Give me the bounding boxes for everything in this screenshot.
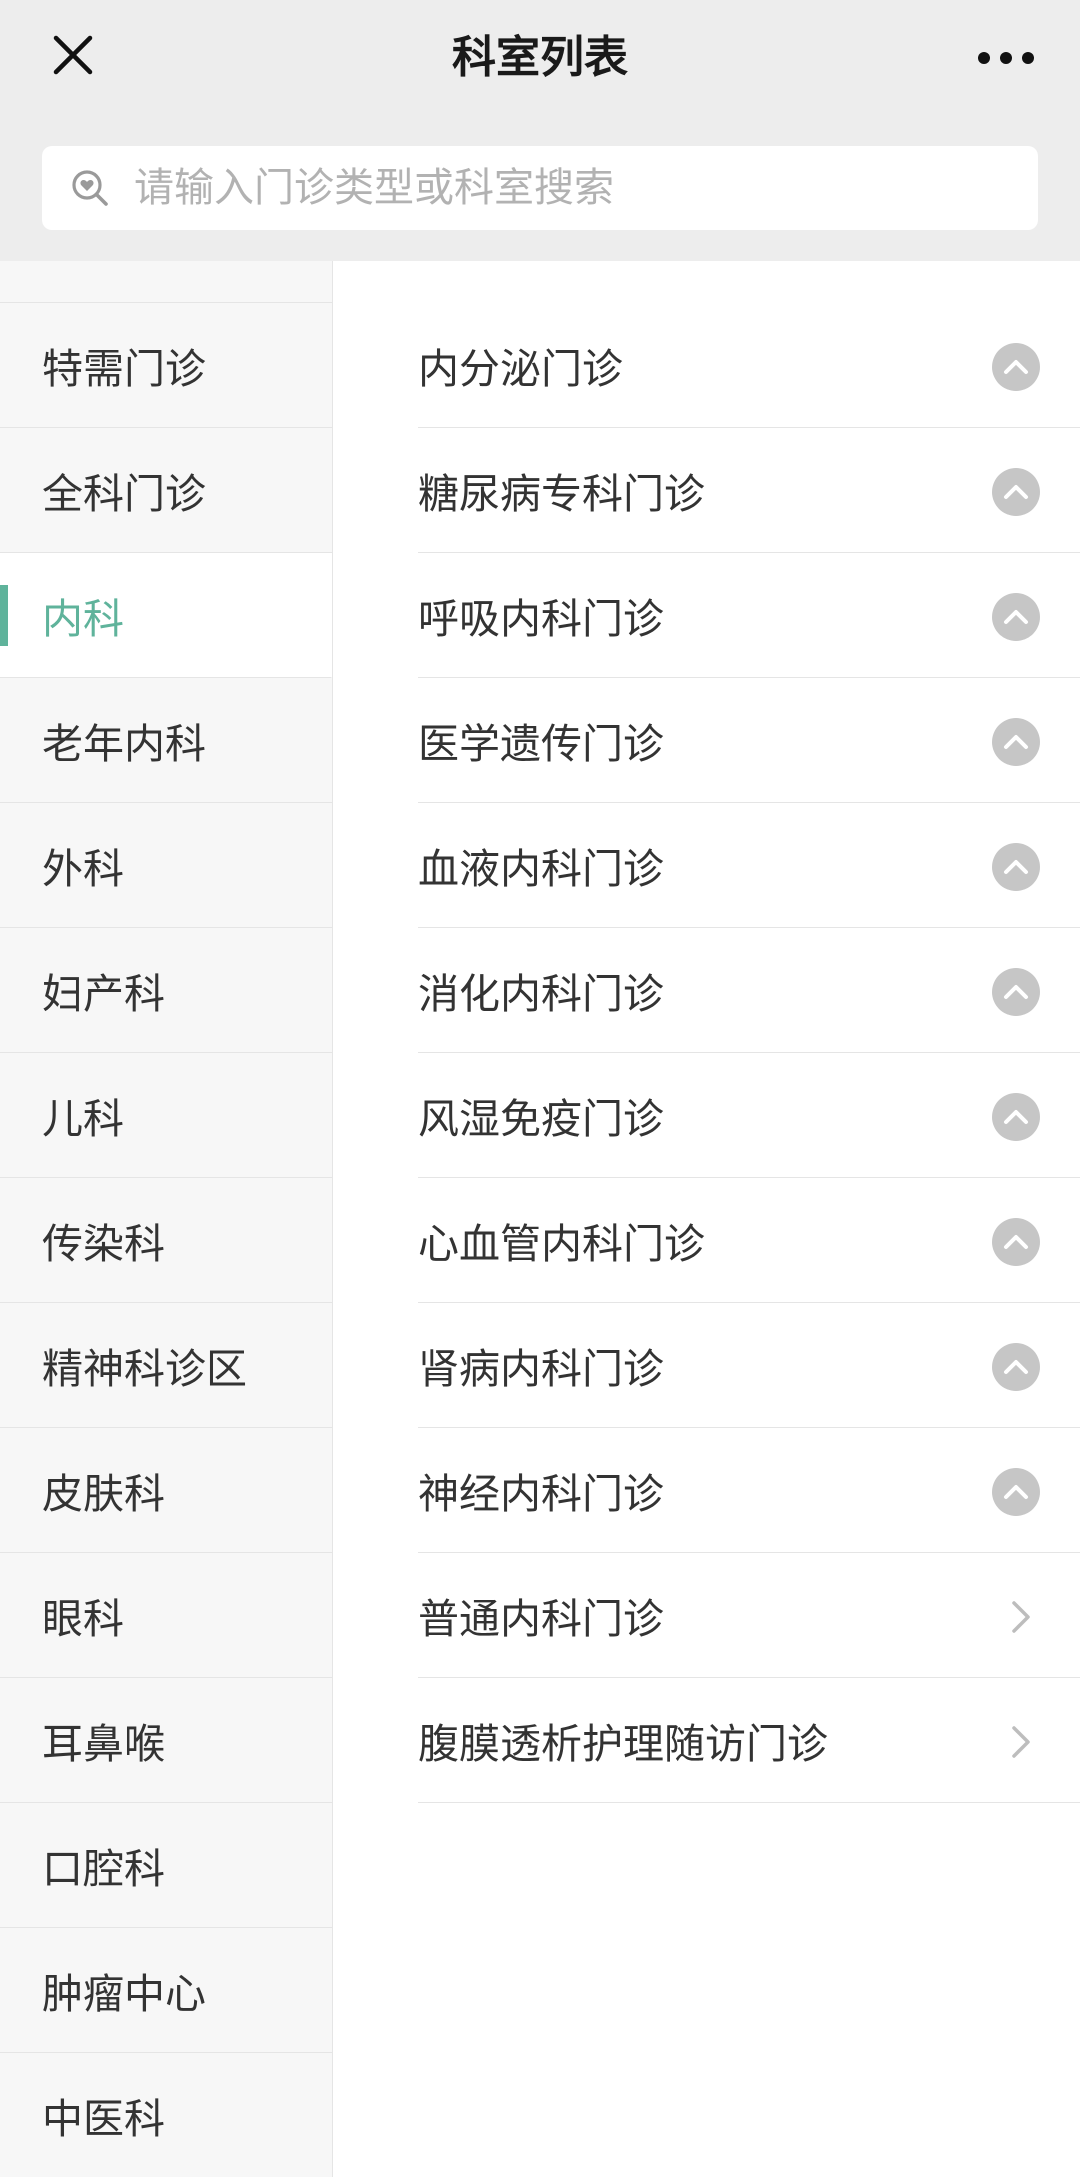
sidebar-item-label: 内科 bbox=[42, 595, 124, 643]
list-item[interactable]: 风湿免疫门诊 bbox=[418, 1053, 1080, 1178]
list-item-label: 肾病内科门诊 bbox=[418, 1345, 664, 1393]
sidebar-item-erke[interactable]: 儿科 bbox=[0, 1053, 332, 1178]
list-item-label: 普通内科门诊 bbox=[418, 1595, 664, 1643]
sidebar-item-pifu[interactable]: 皮肤科 bbox=[0, 1428, 332, 1553]
list-item[interactable]: 肾病内科门诊 bbox=[418, 1303, 1080, 1428]
list-item-label: 呼吸内科门诊 bbox=[418, 595, 664, 643]
chevron-up-circle-icon[interactable] bbox=[992, 718, 1040, 766]
list-item[interactable]: 糖尿病专科门诊 bbox=[418, 428, 1080, 553]
chevron-up-circle-icon[interactable] bbox=[992, 593, 1040, 641]
list-item[interactable]: 血液内科门诊 bbox=[418, 803, 1080, 928]
sidebar-item-label: 传染科 bbox=[42, 1220, 165, 1268]
sidebar-item-label: 精神科诊区 bbox=[42, 1345, 247, 1393]
sidebar-item-label: 肿瘤中心 bbox=[42, 1970, 206, 2018]
chevron-right-icon bbox=[1006, 1718, 1036, 1766]
more-dots-icon[interactable] bbox=[976, 40, 1036, 76]
sidebar-item-kouqiang[interactable]: 口腔科 bbox=[0, 1803, 332, 1928]
sidebar-item-label: 外科 bbox=[42, 845, 124, 893]
search-area bbox=[0, 116, 1080, 261]
sidebar-item-zhongliu[interactable]: 肿瘤中心 bbox=[0, 1928, 332, 2053]
sidebar-item-label: 耳鼻喉 bbox=[42, 1720, 165, 1768]
sidebar-item-erbihou[interactable]: 耳鼻喉 bbox=[0, 1678, 332, 1803]
list-item-label: 内分泌门诊 bbox=[418, 345, 623, 393]
sidebar-item-neike[interactable]: 内科 bbox=[0, 553, 332, 678]
chevron-up-circle-icon[interactable] bbox=[992, 968, 1040, 1016]
active-indicator bbox=[0, 585, 8, 646]
chevron-up-circle-icon[interactable] bbox=[992, 1343, 1040, 1391]
list-item-label: 心血管内科门诊 bbox=[418, 1220, 705, 1268]
search-box[interactable] bbox=[42, 146, 1038, 230]
sidebar-item-fuchan[interactable]: 妇产科 bbox=[0, 928, 332, 1053]
sidebar-item-zhongyi[interactable]: 中医科 bbox=[0, 2053, 332, 2177]
list-item-label: 血液内科门诊 bbox=[418, 845, 664, 893]
sidebar-item-label: 妇产科 bbox=[42, 970, 165, 1018]
close-icon[interactable] bbox=[48, 30, 98, 80]
search-input[interactable] bbox=[134, 146, 1014, 230]
sidebar-item-label: 儿科 bbox=[42, 1095, 124, 1143]
list-item[interactable]: 呼吸内科门诊 bbox=[418, 553, 1080, 678]
sidebar-top-strip bbox=[0, 261, 332, 303]
sidebar-item-label: 老年内科 bbox=[42, 720, 206, 768]
list-item[interactable]: 医学遗传门诊 bbox=[418, 678, 1080, 803]
list-item-label: 神经内科门诊 bbox=[418, 1470, 664, 1518]
list-item-label: 医学遗传门诊 bbox=[418, 720, 664, 768]
sidebar-item-texu[interactable]: 特需门诊 bbox=[0, 303, 332, 428]
sidebar-item-label: 眼科 bbox=[42, 1595, 124, 1643]
sidebar-item-label: 全科门诊 bbox=[42, 470, 206, 518]
page-title: 科室列表 bbox=[452, 32, 628, 83]
top-navbar: 科室列表 bbox=[0, 0, 1080, 116]
list-item[interactable]: 普通内科门诊 bbox=[418, 1553, 1080, 1678]
list-item[interactable]: 神经内科门诊 bbox=[418, 1428, 1080, 1553]
sidebar-item-quanke[interactable]: 全科门诊 bbox=[0, 428, 332, 553]
list-item[interactable]: 心血管内科门诊 bbox=[418, 1178, 1080, 1303]
chevron-up-circle-icon[interactable] bbox=[992, 343, 1040, 391]
sidebar-item-chuanran[interactable]: 传染科 bbox=[0, 1178, 332, 1303]
sidebar-item-jingshen[interactable]: 精神科诊区 bbox=[0, 1303, 332, 1428]
department-sidebar: 特需门诊 全科门诊 内科 老年内科 外科 妇产科 儿科 传染科 精神科诊区 皮肤… bbox=[0, 261, 333, 2177]
sidebar-item-yanke[interactable]: 眼科 bbox=[0, 1553, 332, 1678]
chevron-right-icon bbox=[1006, 1593, 1036, 1641]
sidebar-item-waike[interactable]: 外科 bbox=[0, 803, 332, 928]
list-item[interactable]: 腹膜透析护理随访门诊 bbox=[418, 1678, 1080, 1803]
list-item-label: 消化内科门诊 bbox=[418, 970, 664, 1018]
list-item-label: 糖尿病专科门诊 bbox=[418, 470, 705, 518]
chevron-up-circle-icon[interactable] bbox=[992, 1093, 1040, 1141]
list-item-label: 腹膜透析护理随访门诊 bbox=[418, 1720, 828, 1768]
list-top-gap bbox=[334, 261, 1080, 303]
sidebar-item-label: 中医科 bbox=[42, 2095, 165, 2143]
chevron-up-circle-icon[interactable] bbox=[992, 843, 1040, 891]
clinic-list: 内分泌门诊 糖尿病专科门诊 呼吸内科门诊 医学遗传门诊 血液内科门诊 消化内科门… bbox=[334, 261, 1080, 2177]
sidebar-item-label: 口腔科 bbox=[42, 1845, 165, 1893]
chevron-up-circle-icon[interactable] bbox=[992, 1468, 1040, 1516]
chevron-up-circle-icon[interactable] bbox=[992, 468, 1040, 516]
sidebar-item-label: 皮肤科 bbox=[42, 1470, 165, 1518]
list-item-label: 风湿免疫门诊 bbox=[418, 1095, 664, 1143]
chevron-up-circle-icon[interactable] bbox=[992, 1218, 1040, 1266]
list-item[interactable]: 内分泌门诊 bbox=[418, 303, 1080, 428]
sidebar-item-laonian[interactable]: 老年内科 bbox=[0, 678, 332, 803]
sidebar-item-label: 特需门诊 bbox=[42, 345, 206, 393]
list-item[interactable]: 消化内科门诊 bbox=[418, 928, 1080, 1053]
search-heart-icon bbox=[70, 168, 110, 208]
